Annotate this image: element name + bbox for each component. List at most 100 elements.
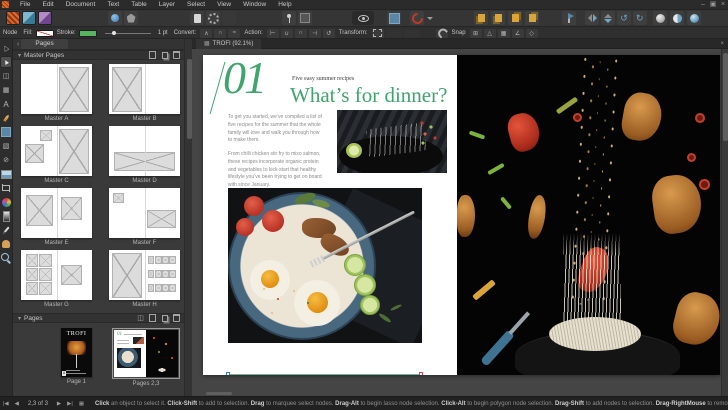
canvas-hscroll-thumb[interactable] (206, 392, 232, 395)
pages-panel-tab[interactable]: Pages (21, 39, 67, 49)
publisher-persona-icon[interactable] (6, 11, 20, 25)
frame-text-tool-icon[interactable] (0, 70, 12, 82)
reverse-curves-icon[interactable] (323, 29, 335, 38)
stroke-width-slider[interactable] (105, 33, 151, 34)
close-curve-icon[interactable] (281, 29, 293, 38)
photo-persona-icon[interactable] (38, 11, 52, 25)
preview-toggle[interactable] (352, 11, 374, 25)
menu-text[interactable]: Text (101, 0, 125, 10)
salmon-photo[interactable] (337, 110, 447, 173)
menu-select[interactable]: Select (181, 0, 211, 10)
panel-scrollbar[interactable] (184, 39, 192, 396)
menu-help[interactable]: Help (272, 0, 297, 10)
vector-crop-tool-icon[interactable] (0, 182, 12, 194)
selected-line-object[interactable] (228, 374, 421, 375)
hand-tool-icon[interactable] (0, 238, 12, 250)
master-thumbnail[interactable] (21, 188, 92, 238)
smooth-curve-icon[interactable] (295, 29, 307, 38)
canvas-vertical-scrollbar[interactable] (721, 49, 728, 396)
collapse-panel-icon[interactable]: ‹ (17, 41, 19, 48)
smart-node-icon[interactable] (228, 29, 240, 38)
snap-grid-icon[interactable] (498, 29, 510, 38)
clipboard-icon[interactable] (298, 11, 312, 25)
page-3-full-bleed-photo[interactable] (457, 55, 720, 375)
artistic-text-tool-icon[interactable] (0, 98, 12, 110)
designer-persona-icon[interactable] (22, 11, 36, 25)
gear-icon[interactable] (206, 11, 220, 25)
article-title[interactable]: What’s for dinner? (290, 83, 447, 108)
spread-icon[interactable] (136, 314, 145, 322)
table-tool-icon[interactable] (0, 84, 12, 96)
last-spread-button[interactable]: ▶| (67, 401, 73, 407)
master-thumbnail[interactable] (109, 188, 180, 238)
add-page-icon[interactable] (148, 314, 157, 322)
insert-behind-icon[interactable] (653, 11, 667, 25)
body-text-frame[interactable]: To get you started, we’ve compiled a lis… (228, 114, 322, 196)
join-curves-icon[interactable] (309, 29, 321, 38)
page-1-thumbnail[interactable]: TROFI A (61, 328, 92, 377)
stroke-width-value[interactable]: 1 pt (158, 30, 168, 36)
master-thumbnail[interactable] (109, 250, 180, 300)
move-forward-icon[interactable] (491, 11, 505, 25)
flag-icon[interactable] (562, 11, 576, 25)
pages-header[interactable]: ▾ Pages (13, 313, 184, 323)
snap-spread-icon[interactable] (526, 29, 538, 38)
zoom-tool-icon[interactable] (0, 252, 12, 264)
chapter-number[interactable]: 01 (223, 55, 265, 104)
transparency-tool-icon[interactable] (0, 210, 12, 222)
sharp-node-icon[interactable] (200, 29, 212, 38)
transform-mode-icon[interactable] (372, 29, 384, 38)
master-thumbnail[interactable] (109, 64, 180, 114)
breakfast-bowl-photo[interactable] (228, 188, 422, 343)
previous-spread-button[interactable]: ◀ (15, 401, 19, 407)
node-tool-icon[interactable] (0, 56, 12, 68)
master-thumbnail[interactable] (109, 126, 180, 176)
picture-frame-ellipse-icon[interactable] (0, 154, 12, 166)
add-master-icon[interactable] (148, 51, 157, 59)
duplicate-page-icon[interactable] (160, 314, 169, 322)
next-spread-button[interactable]: ▶ (57, 401, 61, 407)
spread-grid-icon[interactable]: ▦ (79, 401, 84, 407)
panel-scrollbar-thumb[interactable] (187, 59, 192, 139)
caret-down-icon[interactable] (426, 11, 434, 25)
page-2[interactable]: 01 Five easy summer recipes What’s for d… (203, 55, 457, 375)
menu-layer[interactable]: Layer (153, 0, 181, 10)
delete-master-icon[interactable] (172, 51, 181, 59)
fill-swatch[interactable] (36, 30, 54, 37)
duplicate-master-icon[interactable] (160, 51, 169, 59)
canvas-viewport[interactable]: 01 Five easy summer recipes What’s for d… (192, 49, 728, 396)
snap-candidates-icon[interactable] (470, 29, 482, 38)
line-end-node-handle[interactable] (419, 372, 423, 375)
master-thumbnail[interactable] (21, 126, 92, 176)
canvas-vscroll-thumb[interactable] (723, 53, 728, 141)
snap-guides-icon[interactable] (512, 29, 524, 38)
pages-2-3-thumbnail-selected[interactable]: 01 (112, 328, 180, 379)
menu-edit[interactable]: Edit (36, 0, 59, 10)
rectangle-tool-icon[interactable] (0, 126, 12, 138)
flip-horizontal-icon[interactable] (585, 11, 599, 25)
break-curve-icon[interactable] (267, 29, 279, 38)
kicker-text[interactable]: Five easy summer recipes (292, 76, 354, 82)
margins-icon[interactable] (387, 11, 401, 25)
move-tool-icon[interactable] (0, 42, 12, 54)
move-to-front-icon[interactable] (474, 11, 488, 25)
master-pages-header[interactable]: ▾ Master Pages (13, 50, 184, 60)
picture-frame-rect-icon[interactable] (0, 140, 12, 152)
insert-ontop-icon[interactable] (687, 11, 701, 25)
delete-page-icon[interactable] (172, 314, 181, 322)
blank-button[interactable] (222, 11, 236, 25)
master-thumbnail[interactable] (21, 64, 92, 114)
pentagon-icon[interactable] (124, 11, 138, 25)
menu-file[interactable]: File (14, 0, 36, 10)
first-spread-button[interactable]: |◀ (3, 401, 9, 407)
menu-view[interactable]: View (211, 0, 237, 10)
stroke-swatch[interactable] (79, 30, 97, 37)
master-thumbnail[interactable] (21, 250, 92, 300)
line-start-node-handle[interactable] (226, 372, 230, 375)
close-tab-icon[interactable]: × (720, 41, 724, 47)
move-backward-icon[interactable] (508, 11, 522, 25)
info-circle-icon[interactable] (108, 11, 122, 25)
snap-magnet-icon[interactable] (436, 29, 448, 38)
menu-window[interactable]: Window (237, 0, 272, 10)
rotate-cw-icon[interactable] (633, 11, 647, 25)
